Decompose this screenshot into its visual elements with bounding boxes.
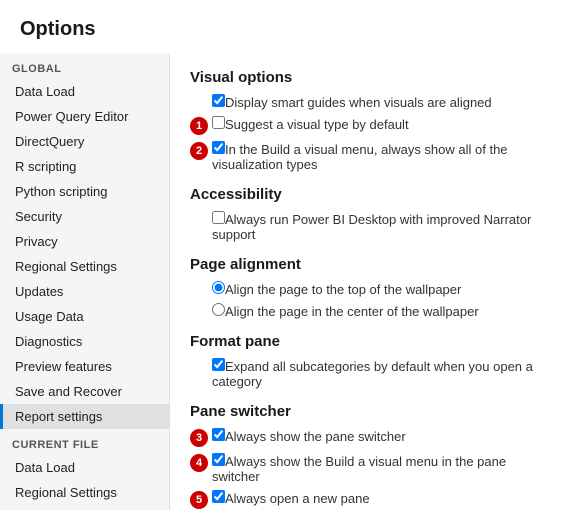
checkbox-3-0[interactable]	[212, 358, 225, 371]
sidebar-cf-item-data-load[interactable]: Data Load	[0, 455, 169, 480]
sidebar: GLOBAL Data LoadPower Query EditorDirect…	[0, 53, 170, 510]
checkbox-4-0[interactable]	[212, 428, 225, 441]
option-row-0-2: 2In the Build a visual menu, always show…	[190, 141, 541, 172]
sidebar-item-r-scripting[interactable]: R scripting	[0, 154, 169, 179]
section-title-3: Format pane	[190, 333, 541, 350]
checkbox-0-0[interactable]	[212, 94, 225, 107]
sidebar-cf-item-regional-settings[interactable]: Regional Settings	[0, 480, 169, 505]
option-label: Suggest a visual type by default	[225, 117, 409, 132]
sidebar-item-privacy[interactable]: Privacy	[0, 229, 169, 254]
checkbox-1-0[interactable]	[212, 211, 225, 224]
sidebar-item-updates[interactable]: Updates	[0, 279, 169, 304]
option-row-0-0: Display smart guides when visuals are al…	[190, 94, 541, 110]
badge-4: 4	[190, 454, 208, 472]
checkbox-0-1[interactable]	[212, 116, 225, 129]
badge-5: 5	[190, 491, 208, 509]
checkbox-4-2[interactable]	[212, 490, 225, 503]
option-label: Always show the Build a visual menu in t…	[212, 454, 506, 484]
option-label: Align the page to the top of the wallpap…	[225, 282, 461, 297]
option-label: Always open a new pane	[225, 491, 370, 506]
sidebar-current-file-label: CURRENT FILE	[0, 429, 169, 455]
option-label: Always run Power BI Desktop with improve…	[212, 212, 531, 242]
option-row-0-1: 1 Suggest a visual type by default	[190, 116, 541, 135]
radio-2-1[interactable]	[212, 303, 225, 316]
option-row-3-0: Expand all subcategories by default when…	[190, 358, 541, 389]
section-title-4: Pane switcher	[190, 403, 541, 420]
option-label: Always show the pane switcher	[225, 429, 406, 444]
sidebar-item-directquery[interactable]: DirectQuery	[0, 129, 169, 154]
option-row-1-0: Always run Power BI Desktop with improve…	[190, 211, 541, 242]
checkbox-0-2[interactable]	[212, 141, 225, 154]
option-row-4-1: 4Always show the Build a visual menu in …	[190, 453, 541, 484]
option-label: In the Build a visual menu, always show …	[212, 142, 508, 172]
badge-3: 3	[190, 429, 208, 447]
main-content: Visual options Display smart guides when …	[170, 53, 561, 510]
option-label: Display smart guides when visuals are al…	[225, 95, 492, 110]
sidebar-item-data-load[interactable]: Data Load	[0, 79, 169, 104]
sidebar-item-save-and-recover[interactable]: Save and Recover	[0, 379, 169, 404]
sidebar-global-label: GLOBAL	[0, 53, 169, 79]
option-row-4-0: 3 Always show the pane switcher	[190, 428, 541, 447]
checkbox-4-1[interactable]	[212, 453, 225, 466]
sidebar-item-security[interactable]: Security	[0, 204, 169, 229]
radio-2-0[interactable]	[212, 281, 225, 294]
sidebar-item-power-query-editor[interactable]: Power Query Editor	[0, 104, 169, 129]
section-title-1: Accessibility	[190, 186, 541, 203]
badge-2: 2	[190, 142, 208, 160]
sidebar-item-diagnostics[interactable]: Diagnostics	[0, 329, 169, 354]
sidebar-item-report-settings[interactable]: Report settings	[0, 404, 169, 429]
option-row-2-1: Align the page in the center of the wall…	[190, 303, 541, 319]
option-row-2-0: Align the page to the top of the wallpap…	[190, 281, 541, 297]
badge-1: 1	[190, 117, 208, 135]
section-title-0: Visual options	[190, 69, 541, 86]
option-label: Align the page in the center of the wall…	[225, 304, 479, 319]
sidebar-item-preview-features[interactable]: Preview features	[0, 354, 169, 379]
sidebar-item-python-scripting[interactable]: Python scripting	[0, 179, 169, 204]
sidebar-item-usage-data[interactable]: Usage Data	[0, 304, 169, 329]
option-row-4-2: 5 Always open a new pane	[190, 490, 541, 509]
section-title-2: Page alignment	[190, 256, 541, 273]
page-title: Options	[0, 0, 561, 53]
sidebar-item-regional-settings[interactable]: Regional Settings	[0, 254, 169, 279]
option-label: Expand all subcategories by default when…	[212, 359, 533, 389]
